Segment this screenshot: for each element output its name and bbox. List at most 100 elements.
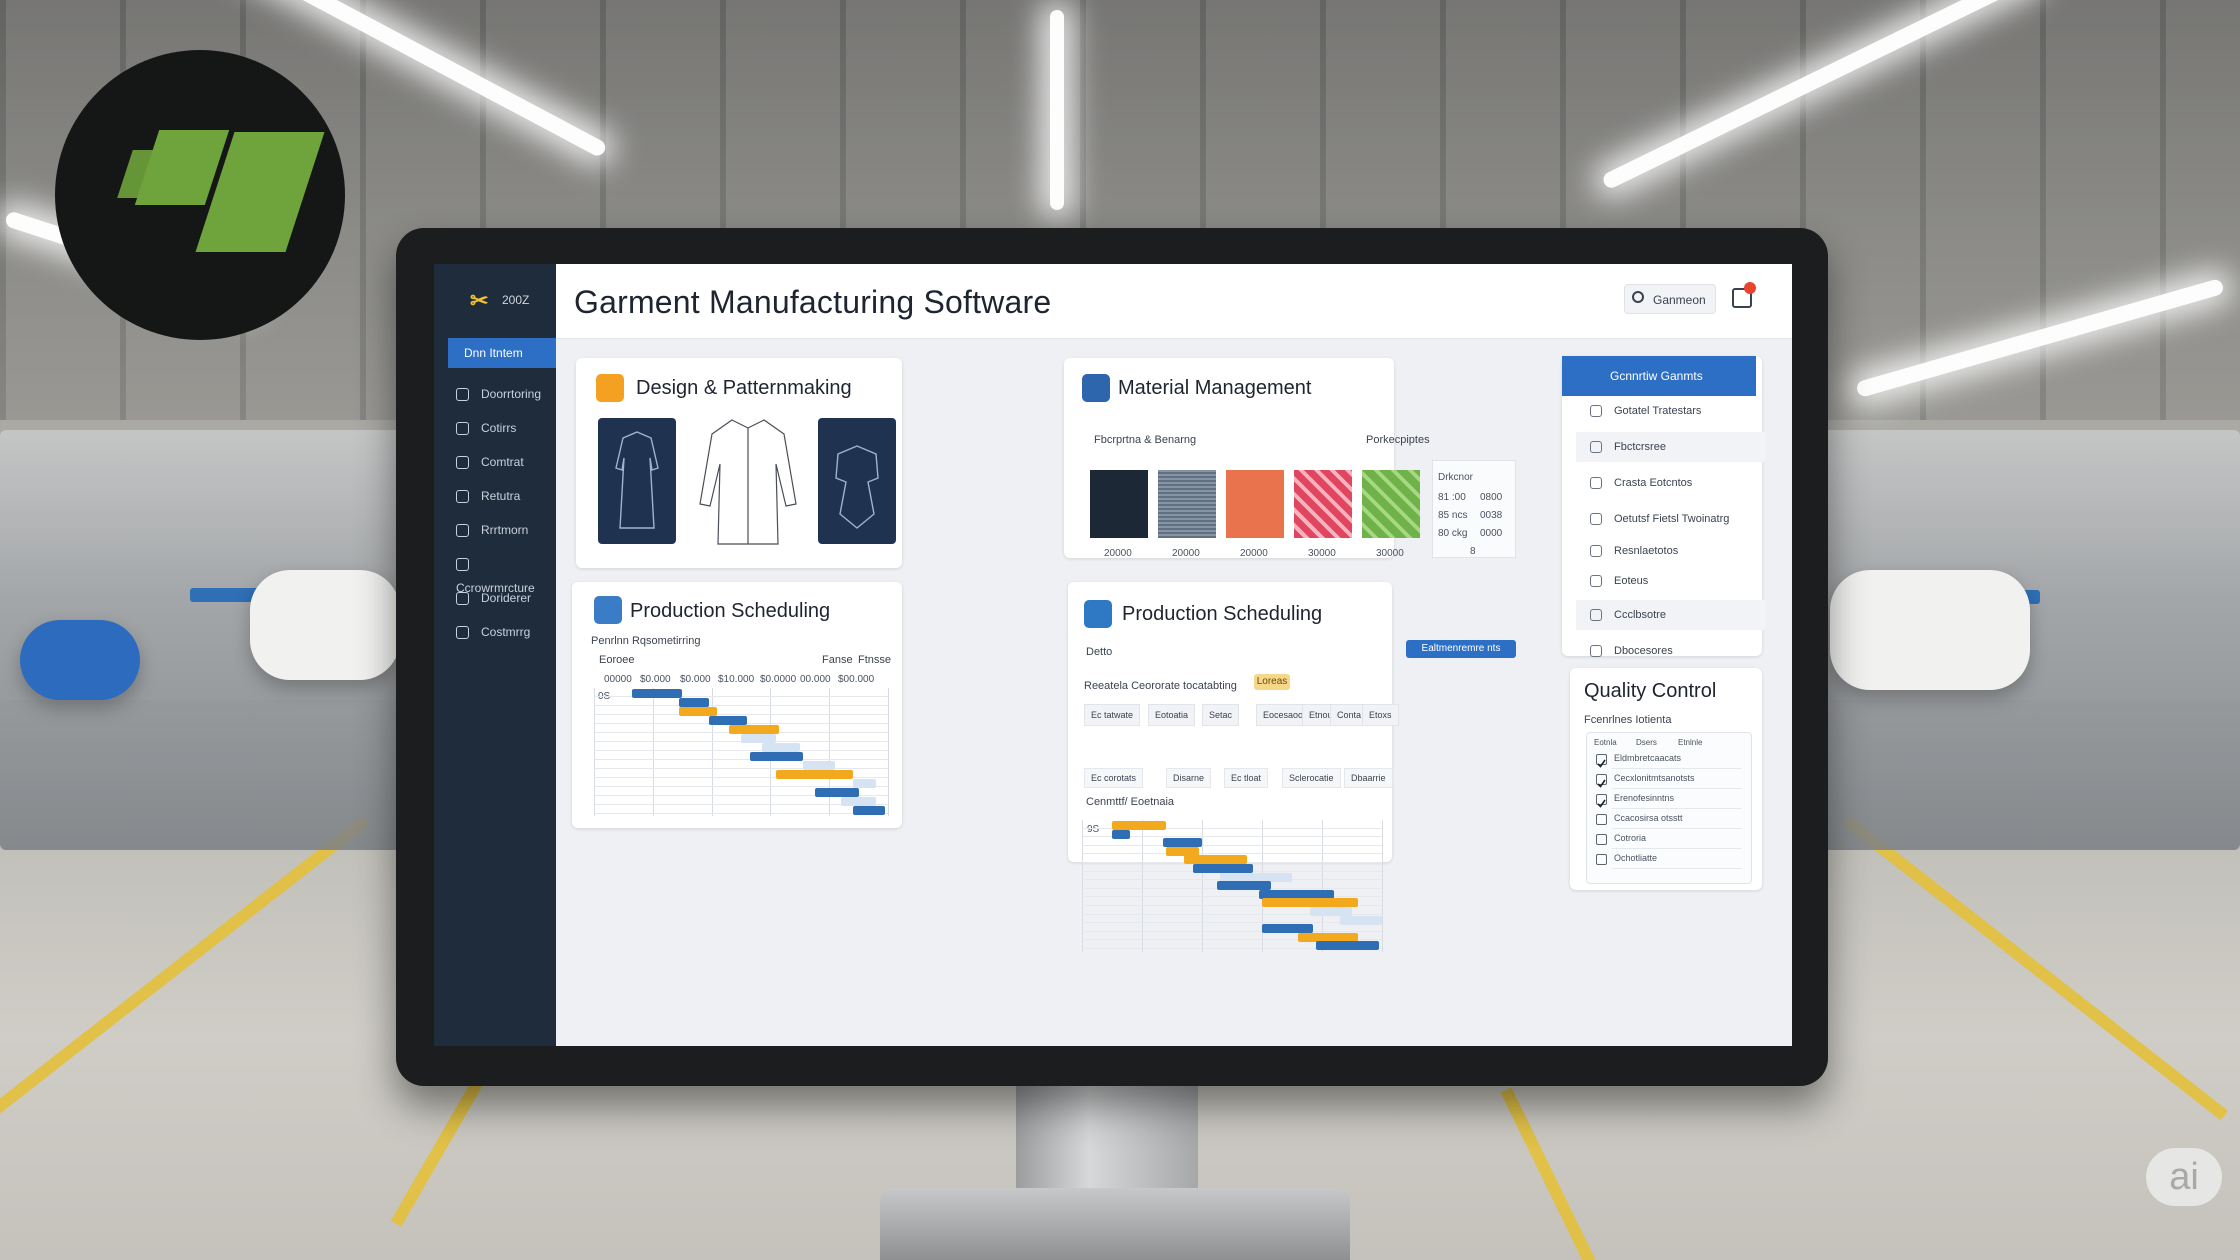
- schedule-tab[interactable]: Eotoatia: [1148, 704, 1196, 726]
- right-gantt-bar-1[interactable]: [1112, 829, 1130, 839]
- schedule-tab[interactable]: Ec tatwate: [1084, 704, 1141, 726]
- schedule-filter[interactable]: Eoroee: [599, 654, 634, 666]
- right-gantt-bar-14[interactable]: [1316, 941, 1379, 951]
- app-logo-icon: ✂: [470, 288, 489, 313]
- checklist-header: Eotnla: [1594, 738, 1617, 747]
- sidebar-item-6[interactable]: Ccrowrmrcture: [456, 552, 556, 595]
- left-gantt-bar-4[interactable]: [729, 725, 780, 734]
- left-gantt-bar-11[interactable]: [814, 788, 859, 797]
- sidebar-item-1[interactable]: Doorrtoring: [456, 382, 541, 406]
- checkbox[interactable]: [1596, 814, 1607, 825]
- right-gantt-bar-0[interactable]: [1112, 821, 1166, 830]
- gantt-gridline: [1142, 820, 1143, 952]
- checklist-divider: [1612, 828, 1742, 829]
- gcc-item[interactable]: Gotatel Tratestars: [1576, 396, 1766, 426]
- filter-label: Reeatela Ceororate tocatabting: [1084, 680, 1237, 692]
- gcc-item[interactable]: Crasta Eotcntos: [1576, 468, 1766, 498]
- schedule-tab[interactable]: Etoxs: [1362, 704, 1399, 726]
- home-icon: [456, 388, 469, 402]
- tick-label: $0.000: [680, 674, 711, 685]
- settings-icon: [456, 626, 469, 640]
- gcc-item[interactable]: Resnlaetotos: [1576, 536, 1766, 566]
- checked-checkbox[interactable]: [1596, 754, 1607, 768]
- chart-icon: [456, 490, 469, 504]
- schedule-column: Ec tloat: [1224, 768, 1269, 788]
- material-table-header: Drkcnor: [1438, 472, 1474, 483]
- material-table-cell: 81 :00: [1438, 492, 1466, 503]
- gcc-item[interactable]: Dbocesores: [1576, 636, 1766, 666]
- notification-badge: [1744, 282, 1756, 294]
- checked-checkbox[interactable]: [1596, 774, 1607, 788]
- fabric-swatch[interactable]: [1226, 470, 1284, 538]
- right-gantt-bar-7[interactable]: [1217, 881, 1271, 891]
- schedule-subtitle: Penrlnn Rqsometirring: [591, 635, 701, 647]
- toolbar-button[interactable]: Ealtmenremre nts: [1406, 640, 1516, 658]
- gcc-item[interactable]: Oetutsf Fietsl Twoinatrg: [1576, 504, 1766, 534]
- checkmark-icon: [1597, 779, 1606, 788]
- left-gantt-bar-13[interactable]: [852, 806, 886, 815]
- gcc-item-label: Oetutsf Fietsl Twoinatrg: [1614, 513, 1730, 525]
- left-gantt-bar-6[interactable]: [761, 743, 800, 752]
- left-gantt-bar-9[interactable]: [776, 770, 853, 779]
- gcc-item-label: Resnlaetotos: [1614, 545, 1679, 557]
- right-gantt-bar-10[interactable]: [1310, 907, 1352, 916]
- left-gantt-bar-7[interactable]: [749, 752, 803, 761]
- gantt-row-line: [1082, 844, 1382, 846]
- checkbox[interactable]: [1596, 834, 1607, 845]
- document-icon: [456, 422, 469, 436]
- sidebar-item-3[interactable]: Comtrat: [456, 450, 524, 474]
- filter-badge[interactable]: Loreas: [1254, 674, 1290, 690]
- sidebar-item-8[interactable]: Costmrrg: [456, 620, 530, 644]
- schedule-column: Disarne: [1166, 768, 1212, 788]
- right-gantt-bar-11[interactable]: [1340, 915, 1382, 925]
- left-gantt-bar-5[interactable]: [741, 734, 777, 743]
- sidebar-item-7[interactable]: Doriderer: [456, 586, 531, 610]
- fabric-pile: [20, 620, 140, 700]
- tick-label: 00000: [604, 674, 632, 685]
- left-gantt-bar-10[interactable]: [852, 779, 877, 788]
- left-gantt-bar-8[interactable]: [802, 761, 836, 770]
- gcc-active-item[interactable]: Gcnnrtiw Ganmts: [1562, 356, 1756, 396]
- sidebar-item-active[interactable]: Dnn Itntem: [448, 338, 556, 368]
- schedule-filter-b[interactable]: Ftnsse: [858, 654, 891, 666]
- left-gantt-bar-2[interactable]: [679, 707, 718, 716]
- gcc-item[interactable]: Eoteus: [1576, 566, 1766, 596]
- material-table-cell: 0038: [1480, 510, 1503, 521]
- gantt-row-line: [1082, 896, 1382, 898]
- sidebar-item-5[interactable]: Rrrtmorn: [456, 518, 528, 542]
- checklist-header: Dsers: [1636, 738, 1657, 747]
- gcc-item[interactable]: Ccclbsotre: [1576, 600, 1766, 630]
- checklist-divider: [1612, 768, 1742, 769]
- left-gantt-bar-3[interactable]: [708, 716, 747, 725]
- sidebar: ✂ 200Z Dnn Itntem Doorrtoring Cotirrs Co…: [434, 264, 556, 1046]
- sidebar-item-label: Doriderer: [481, 591, 532, 605]
- factory-icon: [594, 596, 622, 624]
- left-gantt-bar-0[interactable]: [632, 689, 683, 698]
- gcc-item-label: Ccclbsotre: [1614, 609, 1666, 621]
- right-gantt-bar-5[interactable]: [1193, 864, 1253, 873]
- left-gantt-bar-12[interactable]: [840, 797, 877, 806]
- fabric-swatch[interactable]: [1158, 470, 1216, 538]
- schedule-tab[interactable]: Setac: [1202, 704, 1240, 726]
- gcc-item[interactable]: Fbctcrsree: [1576, 432, 1766, 462]
- sidebar-item-4[interactable]: Retutra: [456, 484, 520, 508]
- fabric-swatch[interactable]: [1090, 470, 1148, 538]
- gcc-item-label: Eoteus: [1614, 575, 1649, 587]
- checked-checkbox[interactable]: [1596, 794, 1607, 808]
- tick-label: 00.000: [800, 674, 831, 685]
- right-gantt-bar-2[interactable]: [1163, 838, 1202, 848]
- production-title-right: Production Scheduling: [1122, 603, 1323, 625]
- shirt-sketch: [692, 414, 804, 548]
- fabric-swatch[interactable]: [1362, 470, 1420, 538]
- schedule-filter-a[interactable]: Fanse: [822, 654, 853, 666]
- gantt-row-line: [594, 750, 888, 751]
- list-icon: [1590, 645, 1602, 658]
- sidebar-item-2[interactable]: Cotirrs: [456, 416, 516, 440]
- page-title: Garment Manufacturing Software: [574, 284, 1052, 320]
- right-gantt-bar-12[interactable]: [1262, 924, 1313, 934]
- gantt-gridline: [888, 688, 889, 816]
- left-gantt-bar-1[interactable]: [679, 698, 709, 707]
- sidebar-item-label: Cotirrs: [481, 421, 517, 435]
- fabric-swatch[interactable]: [1294, 470, 1352, 538]
- checkbox[interactable]: [1596, 854, 1607, 865]
